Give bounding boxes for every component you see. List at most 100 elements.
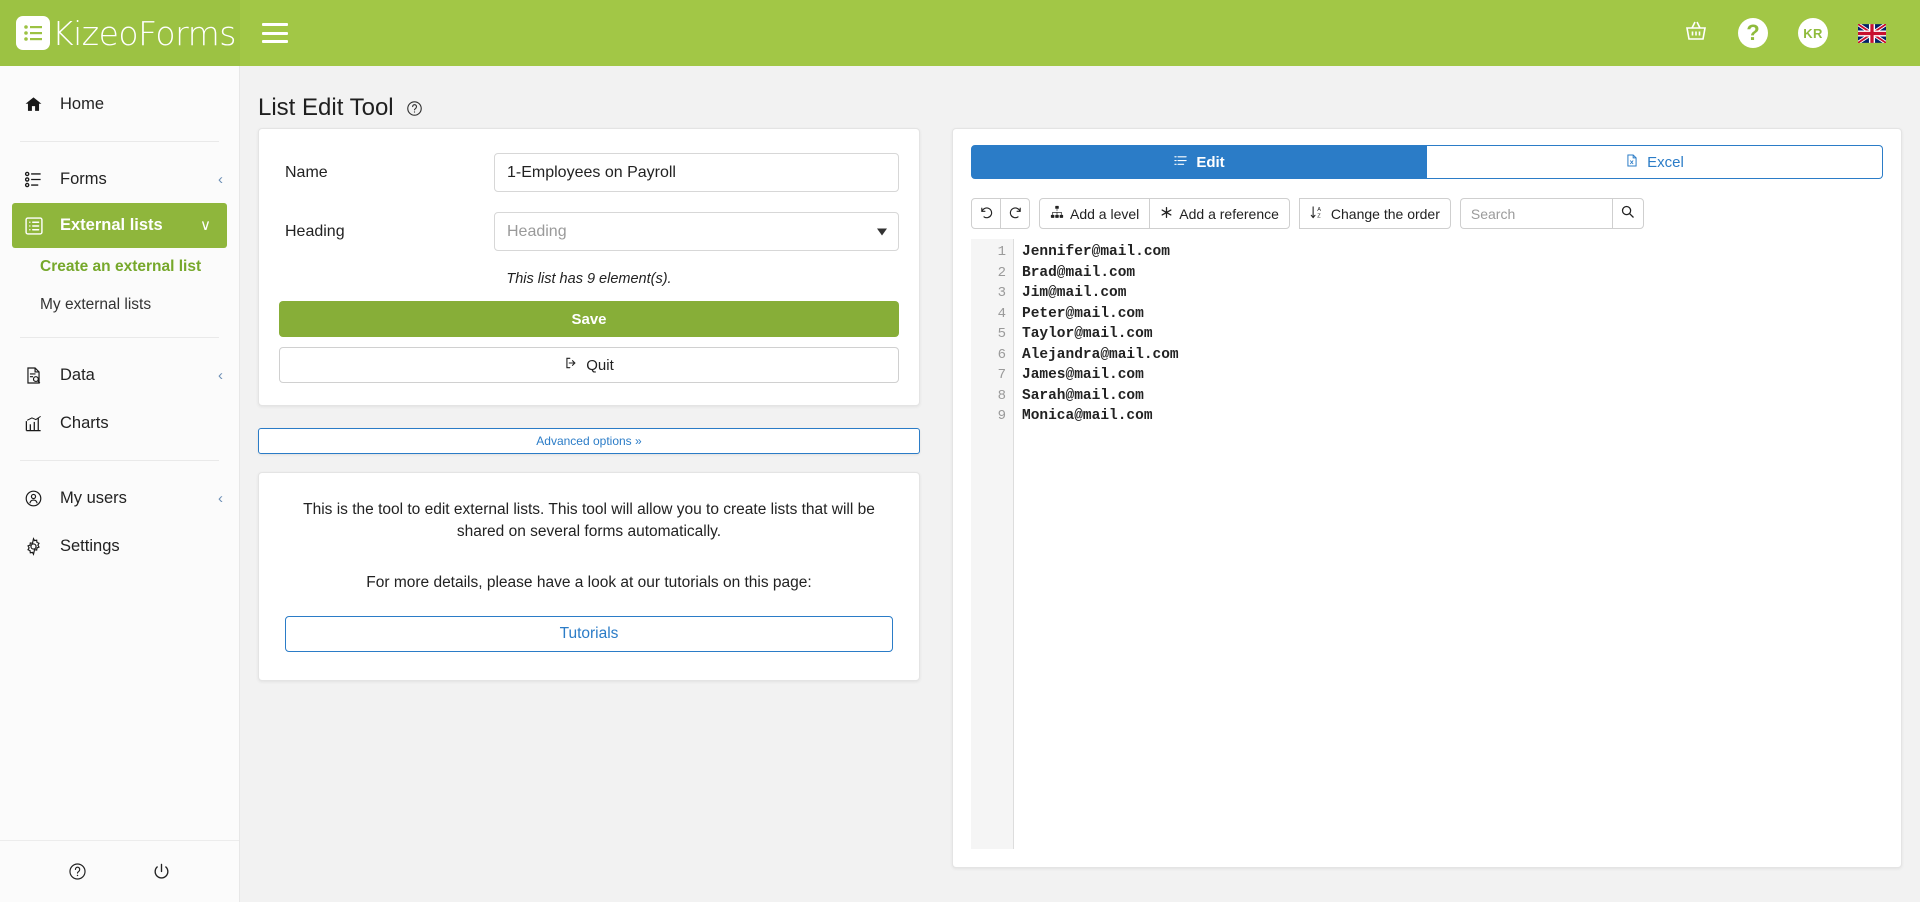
- sidebar-item-home[interactable]: Home: [0, 80, 239, 128]
- sidebar-item-label: Data: [60, 365, 95, 384]
- svg-text:Z: Z: [1317, 213, 1321, 219]
- change-order-button[interactable]: A Z Change the order: [1298, 198, 1451, 229]
- list-line[interactable]: Monica@mail.com: [1022, 406, 1883, 427]
- sidebar-item-label: Charts: [60, 413, 109, 432]
- avatar-initials: KR: [1803, 25, 1823, 41]
- line-number: 2: [997, 264, 1006, 281]
- sidebar-item-data[interactable]: Data ‹: [0, 351, 239, 399]
- svg-text:A: A: [1317, 206, 1321, 212]
- help-circle-icon[interactable]: [68, 862, 87, 881]
- save-button[interactable]: Save: [279, 301, 899, 337]
- top-header: KizeoForms ? KR: [0, 0, 1920, 66]
- tutorials-button[interactable]: Tutorials: [285, 616, 893, 653]
- sidebar-item-label: My users: [60, 488, 127, 507]
- sidebar-subitem-label: My external lists: [40, 296, 152, 313]
- list-line[interactable]: Taylor@mail.com: [1022, 324, 1883, 345]
- home-icon: [24, 95, 48, 114]
- apps-grid-icon[interactable]: [316, 23, 337, 44]
- heading-label: Heading: [285, 222, 345, 240]
- sidebar-item-external-lists[interactable]: External lists ∨: [12, 203, 227, 248]
- line-number: 5: [997, 326, 1006, 342]
- add-level-button[interactable]: Add a level: [1039, 198, 1151, 229]
- heading-select-wrap: Heading: [494, 212, 899, 251]
- avatar[interactable]: KR: [1798, 18, 1828, 48]
- list-code-editor[interactable]: 1 2 3 4 5 6 7 8 9 Jennifer@mail.com Brad…: [971, 239, 1883, 849]
- help-label: ?: [1746, 20, 1760, 45]
- add-level-label: Add a level: [1070, 205, 1140, 222]
- name-input[interactable]: [494, 153, 899, 192]
- chevron-left-icon: ‹: [218, 489, 223, 507]
- header-actions: ? KR: [1684, 18, 1920, 48]
- asterisk-icon: [1160, 206, 1173, 222]
- list-line[interactable]: James@mail.com: [1022, 365, 1883, 386]
- uk-flag-icon[interactable]: [1858, 23, 1886, 43]
- brand-name: KizeoForms: [52, 13, 236, 53]
- undo-button[interactable]: [971, 198, 1001, 229]
- line-number: 3: [997, 285, 1006, 301]
- sidebar-item-my-users[interactable]: My users ‹: [0, 474, 239, 522]
- content-columns: Name Heading Heading This list has 9 ele…: [240, 128, 1920, 868]
- power-off-icon[interactable]: [152, 862, 171, 881]
- page-title: List Edit Tool: [258, 94, 394, 121]
- list-line[interactable]: Alejandra@mail.com: [1022, 345, 1883, 366]
- right-column: Edit Excel Add a level Add a reference A…: [952, 128, 1902, 868]
- tab-excel[interactable]: Excel: [1427, 145, 1883, 179]
- editor-tabs: Edit Excel: [971, 145, 1883, 179]
- sidebar-subitem-label: Create an external list: [40, 258, 202, 275]
- sidebar-item-forms[interactable]: Forms ‹: [0, 155, 239, 203]
- save-button-label: Save: [571, 310, 607, 328]
- sidebar-divider-3: [20, 460, 219, 461]
- search-button[interactable]: [1611, 198, 1644, 229]
- change-order-label: Change the order: [1330, 205, 1440, 222]
- quit-button[interactable]: Quit: [279, 347, 899, 383]
- page-header: List Edit Tool: [240, 66, 1920, 128]
- info-card: This is the tool to edit external lists.…: [258, 472, 920, 682]
- add-button-group: Add a level Add a reference: [1039, 198, 1290, 229]
- info-paragraph-1: This is the tool to edit external lists.…: [303, 501, 875, 541]
- add-reference-label: Add a reference: [1179, 205, 1279, 222]
- advanced-options-label: Advanced options »: [536, 434, 642, 448]
- sidebar-divider-2: [20, 337, 219, 338]
- line-number-gutter: 1 2 3 4 5 6 7 8 9: [971, 239, 1014, 849]
- list-line[interactable]: Peter@mail.com: [1022, 304, 1883, 325]
- help-circle-icon[interactable]: [406, 100, 423, 117]
- tutorials-button-label: Tutorials: [559, 625, 619, 643]
- sidebar-item-settings[interactable]: Settings: [0, 522, 239, 570]
- hamburger-menu-icon[interactable]: [262, 23, 288, 43]
- sidebar-item-label: Settings: [60, 536, 120, 555]
- line-number: 8: [997, 387, 1006, 404]
- gear-icon: [24, 536, 48, 556]
- list-line[interactable]: Brad@mail.com: [1022, 263, 1883, 284]
- name-label: Name: [285, 163, 328, 181]
- sidebar-subitem-my-external-lists[interactable]: My external lists: [0, 286, 239, 324]
- app-root: KizeoForms ? KR Home Forms ‹ External li…: [0, 0, 1920, 902]
- list-lines[interactable]: Jennifer@mail.com Brad@mail.com Jim@mail…: [1014, 239, 1883, 849]
- search-input[interactable]: [1459, 198, 1612, 229]
- list-line[interactable]: Sarah@mail.com: [1022, 386, 1883, 407]
- tab-edit-label: Edit: [1196, 153, 1225, 171]
- shopping-basket-icon[interactable]: [1684, 19, 1708, 48]
- data-search-icon: [24, 366, 48, 385]
- charts-bar-icon: [24, 414, 48, 433]
- brand-logo[interactable]: KizeoForms: [0, 0, 240, 66]
- undo-icon: [979, 205, 994, 223]
- chevron-left-icon: ‹: [218, 366, 223, 384]
- advanced-options-toggle[interactable]: Advanced options »: [258, 428, 920, 454]
- editor-toolbar: Add a level Add a reference A Z Change t…: [971, 198, 1883, 229]
- sidebar-subitem-create-external-list[interactable]: Create an external list: [0, 248, 239, 286]
- edit-list-icon: [1173, 153, 1188, 172]
- list-logo-icon: [16, 16, 50, 50]
- tab-edit[interactable]: Edit: [971, 145, 1427, 179]
- redo-icon: [1008, 205, 1023, 223]
- heading-select[interactable]: Heading: [494, 212, 899, 251]
- sidebar: Home Forms ‹ External lists ∨ Create an …: [0, 66, 240, 902]
- list-line[interactable]: Jim@mail.com: [1022, 283, 1883, 304]
- redo-button[interactable]: [1000, 198, 1030, 229]
- help-circle-icon[interactable]: ?: [1738, 18, 1768, 48]
- chevron-down-icon: ∨: [200, 217, 211, 234]
- line-number: 4: [997, 305, 1006, 322]
- add-reference-button[interactable]: Add a reference: [1149, 198, 1290, 229]
- element-count-note: This list has 9 element(s).: [506, 271, 672, 287]
- sidebar-item-charts[interactable]: Charts: [0, 399, 239, 447]
- list-line[interactable]: Jennifer@mail.com: [1022, 242, 1883, 263]
